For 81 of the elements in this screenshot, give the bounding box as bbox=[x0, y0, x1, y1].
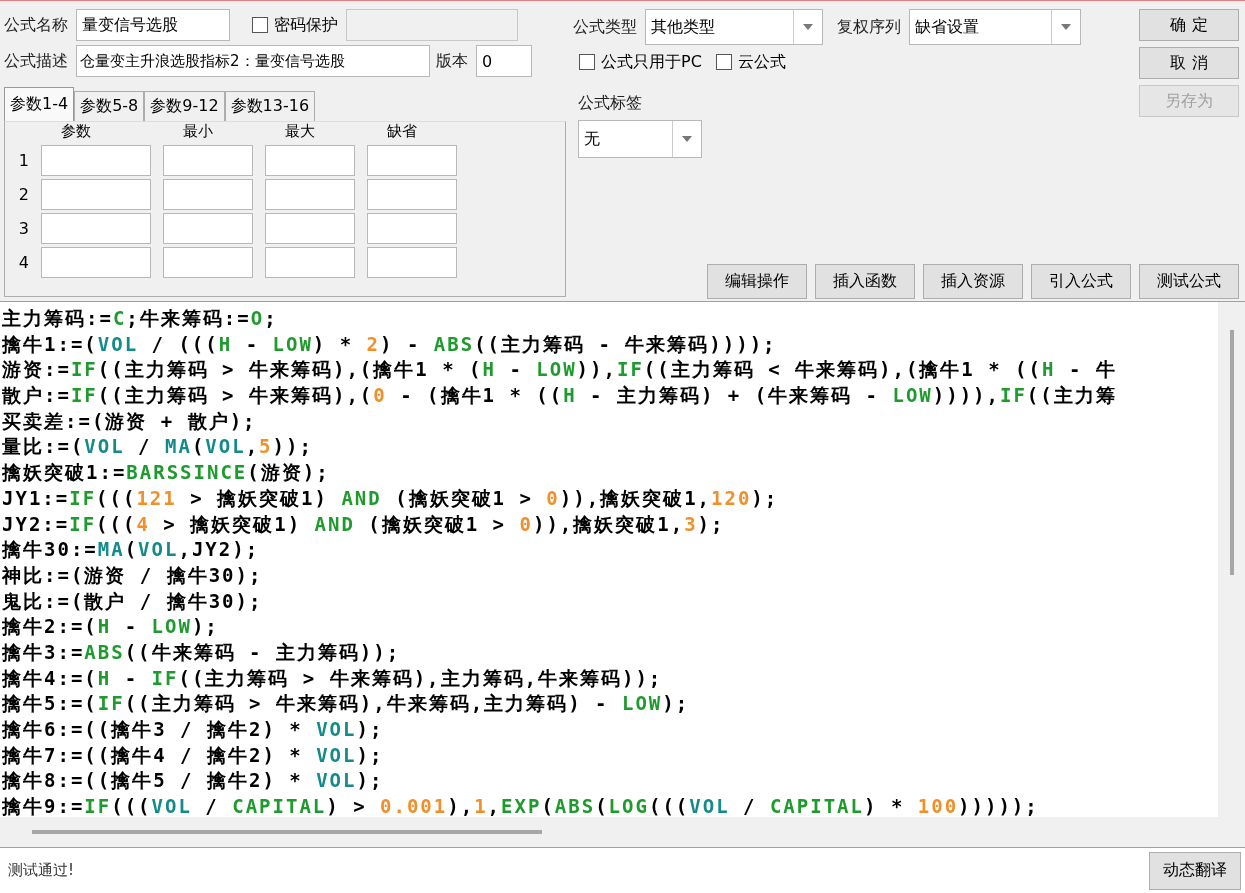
toolbar-button[interactable]: 测试公式 bbox=[1139, 264, 1239, 299]
toolbar-button[interactable]: 编辑操作 bbox=[707, 264, 807, 299]
toolbar-button[interactable]: 插入资源 bbox=[923, 264, 1023, 299]
checkbox[interactable] bbox=[252, 17, 268, 33]
name-field[interactable]: 量变信号选股 bbox=[76, 9, 230, 41]
status-message: 测试通过! bbox=[8, 861, 74, 880]
param-input[interactable] bbox=[367, 213, 457, 244]
checkbox[interactable] bbox=[579, 54, 595, 70]
field-label: 公式类型 bbox=[573, 16, 637, 38]
code-line: 买卖差:=(游资 + 散户); bbox=[2, 408, 257, 434]
code-line: 擒牛30:=MA(VOL,JY2); bbox=[2, 537, 260, 563]
horizontal-scrollbar[interactable] bbox=[0, 817, 1245, 847]
param-input[interactable] bbox=[265, 145, 355, 176]
description-field[interactable]: 仓量变主升浪选股指标2：量变信号选股 bbox=[76, 45, 430, 77]
dialog-button[interactable]: 取 消 bbox=[1139, 47, 1239, 79]
field-label: 版本 bbox=[436, 50, 468, 72]
vertical-scrollbar[interactable] bbox=[1218, 302, 1245, 817]
param-input[interactable] bbox=[41, 179, 151, 210]
code-line: 擒牛2:=(H - LOW); bbox=[2, 614, 219, 640]
code-line: 鬼比:=(散户 / 擒牛30); bbox=[2, 588, 263, 614]
code-line: 擒牛5:=(IF((主力筹码 > 牛来筹码),牛来筹码,主力筹码) - LOW); bbox=[2, 691, 690, 717]
code-line: 擒牛8:=((擒牛5 / 擒牛2) * VOL); bbox=[2, 768, 384, 794]
param-input[interactable] bbox=[367, 247, 457, 278]
caret-icon bbox=[682, 136, 692, 142]
field-label: 公式名称 bbox=[4, 14, 68, 36]
adjust-dropdown[interactable]: 缺省设置 bbox=[909, 9, 1081, 45]
translate-button[interactable]: 动态翻译 bbox=[1149, 851, 1241, 890]
code-line: 神比:=(游资 / 擒牛30); bbox=[2, 562, 263, 588]
tab[interactable]: 参数9-12 bbox=[144, 91, 225, 121]
param-input[interactable] bbox=[41, 247, 151, 278]
checkbox-label: 公式只用于PC bbox=[601, 51, 702, 73]
code-line: 擒妖突破1:=BARSSINCE(游资); bbox=[2, 460, 330, 486]
checkbox-label: 云公式 bbox=[737, 51, 786, 73]
version-field[interactable]: 0 bbox=[476, 45, 532, 77]
param-input[interactable] bbox=[163, 145, 253, 176]
column-header: 最小 bbox=[182, 122, 214, 142]
code-line: JY1:=IF(((121 > 擒妖突破1) AND (擒妖突破1 > 0)),擒妖突破1,120); bbox=[2, 485, 779, 511]
row-number: 4 bbox=[17, 253, 29, 272]
row-number: 1 bbox=[17, 151, 29, 170]
dialog-button[interactable]: 确 定 bbox=[1139, 9, 1239, 41]
field-label: 公式标签 bbox=[578, 93, 643, 114]
row-number: 3 bbox=[17, 219, 29, 238]
caret-icon bbox=[803, 24, 813, 30]
field-label: 复权序列 bbox=[837, 16, 901, 38]
column-header: 参数 bbox=[60, 122, 92, 142]
param-input[interactable] bbox=[41, 145, 151, 176]
param-input[interactable] bbox=[163, 213, 253, 244]
tab[interactable]: 参数5-8 bbox=[74, 91, 145, 121]
toolbar-button[interactable]: 引入公式 bbox=[1031, 264, 1131, 299]
code-line: 游资:=IF((主力筹码 > 牛来筹码),(擒牛1 * (H - LOW)),IF((主力筹码 < 牛来筹码),(擒牛1 * ((H - 牛 bbox=[2, 357, 1117, 383]
tab[interactable]: 参数1-4 bbox=[4, 87, 75, 121]
code-line: 量比:=(VOL / MA(VOL,5)); bbox=[2, 434, 313, 460]
code-line: 散户:=IF((主力筹码 > 牛来筹码),(0 - (擒牛1 * ((H - 主力筹码) + (牛来筹码 - LOW)))),IF((主力筹 bbox=[2, 383, 1117, 409]
param-input[interactable] bbox=[41, 213, 151, 244]
column-header: 缺省 bbox=[386, 122, 418, 142]
code-line: 擒牛6:=((擒牛3 / 擒牛2) * VOL); bbox=[2, 717, 384, 742]
code-line: 主力筹码:=C;牛来筹码:=O; bbox=[2, 306, 278, 331]
param-input[interactable] bbox=[163, 247, 253, 278]
column-header: 最大 bbox=[284, 122, 316, 142]
code-line: JY2:=IF(((4 > 擒妖突破1) AND (擒妖突破1 > 0)),擒妖突破1,3); bbox=[2, 511, 725, 537]
param-input[interactable] bbox=[265, 179, 355, 210]
param-input[interactable] bbox=[367, 145, 457, 176]
param-input[interactable] bbox=[265, 213, 355, 244]
code-line: 擒牛9:=IF(((VOL / CAPITAL) > 0.001),1,EXP(ABS(LOG(((VOL / CAPITAL) * 100))))); bbox=[2, 794, 1039, 817]
code-line: 擒牛1:=(VOL / (((H - LOW) * 2) - ABS((主力筹码 - 牛来筹码)))); bbox=[2, 331, 777, 357]
param-input[interactable] bbox=[163, 179, 253, 210]
type-dropdown[interactable]: 其他类型 bbox=[645, 9, 823, 45]
caret-icon bbox=[1061, 24, 1071, 30]
checkbox-label: 密码保护 bbox=[274, 14, 338, 36]
tag-dropdown[interactable]: 无 bbox=[578, 120, 702, 158]
code-line: 擒牛3:=ABS((牛来筹码 - 主力筹码)); bbox=[2, 639, 401, 665]
param-input[interactable] bbox=[367, 179, 457, 210]
code-editor[interactable] bbox=[0, 301, 1245, 848]
tab[interactable]: 参数13-16 bbox=[224, 91, 316, 121]
code-line: 擒牛7:=((擒牛4 / 擒牛2) * VOL); bbox=[2, 742, 384, 768]
field-label: 公式描述 bbox=[4, 50, 68, 72]
code-line: 擒牛4:=(H - IF((主力筹码 > 牛来筹码),主力筹码,牛来筹码)); bbox=[2, 665, 663, 691]
param-input[interactable] bbox=[265, 247, 355, 278]
row-number: 2 bbox=[17, 185, 29, 204]
toolbar-button[interactable]: 插入函数 bbox=[815, 264, 915, 299]
checkbox[interactable] bbox=[715, 54, 732, 70]
